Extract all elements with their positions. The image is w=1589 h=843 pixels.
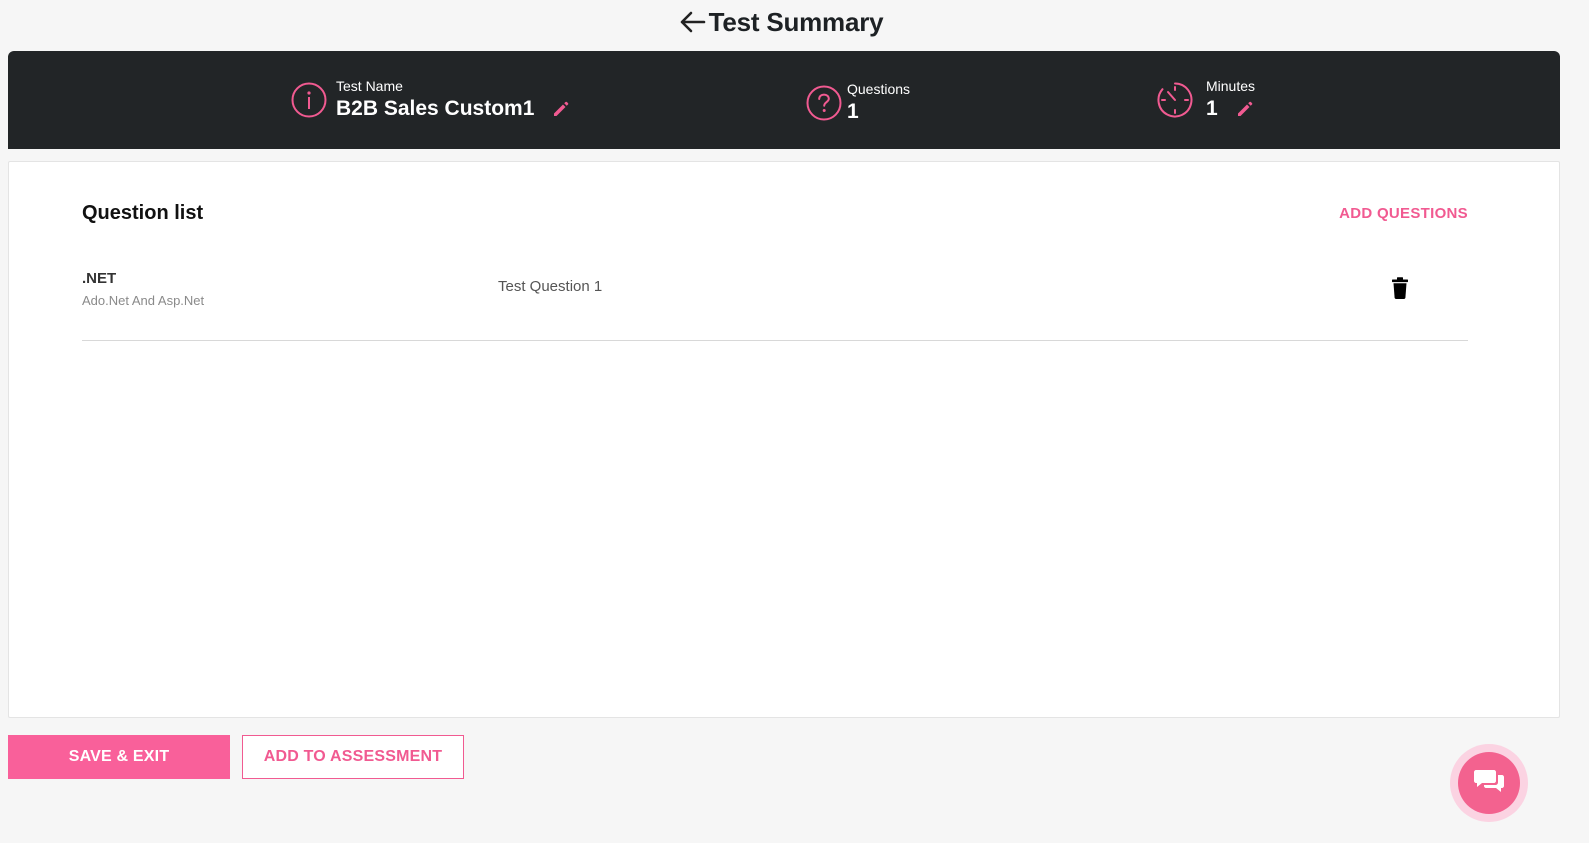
question-row: .NET Ado.Net And Asp.Net Test Question 1 bbox=[82, 260, 1468, 341]
stat-test-name: Test Name B2B Sales Custom1 bbox=[290, 77, 570, 123]
question-mark-icon bbox=[805, 84, 843, 122]
chat-bubbles-icon bbox=[1474, 768, 1504, 799]
question-list-card: Question list ADD QUESTIONS .NET Ado.Net… bbox=[8, 161, 1560, 718]
question-subject: .NET bbox=[82, 270, 117, 287]
edit-test-name-pencil-icon[interactable] bbox=[552, 100, 570, 118]
summary-bar: Test Name B2B Sales Custom1 Questions 1 … bbox=[8, 51, 1560, 149]
title-row: Test Summary bbox=[0, 6, 1560, 38]
test-name-value: B2B Sales Custom1 bbox=[336, 97, 535, 120]
chat-button[interactable] bbox=[1450, 744, 1528, 822]
stat-minutes: Minutes 1 bbox=[1156, 77, 1255, 123]
minutes-label: Minutes bbox=[1206, 78, 1256, 94]
info-icon bbox=[290, 81, 328, 119]
questions-value: 1 bbox=[847, 100, 859, 123]
test-name-label: Test Name bbox=[336, 78, 403, 94]
question-topic: Ado.Net And Asp.Net bbox=[82, 293, 205, 308]
question-list-title: Question list bbox=[82, 202, 204, 224]
edit-minutes-pencil-icon[interactable] bbox=[1236, 100, 1254, 118]
page-title: Test Summary bbox=[708, 6, 884, 37]
back-arrow-icon[interactable] bbox=[677, 7, 707, 37]
add-to-assessment-button[interactable]: ADD TO ASSESSMENT bbox=[242, 735, 464, 779]
save-exit-button[interactable]: SAVE & EXIT bbox=[8, 735, 230, 779]
timer-icon bbox=[1156, 81, 1194, 119]
add-questions-link[interactable]: ADD QUESTIONS bbox=[1339, 205, 1468, 222]
questions-label: Questions bbox=[847, 81, 911, 97]
chat-button-inner bbox=[1458, 752, 1520, 814]
test-summary-page: Test Summary Test Name B2B Sales Custom1 bbox=[0, 0, 1589, 843]
stat-questions: Questions 1 bbox=[805, 80, 910, 126]
delete-trash-icon[interactable] bbox=[1389, 276, 1411, 300]
question-list-header: Question list ADD QUESTIONS bbox=[82, 202, 1468, 225]
question-text: Test Question 1 bbox=[498, 278, 603, 295]
minutes-value: 1 bbox=[1206, 97, 1218, 120]
